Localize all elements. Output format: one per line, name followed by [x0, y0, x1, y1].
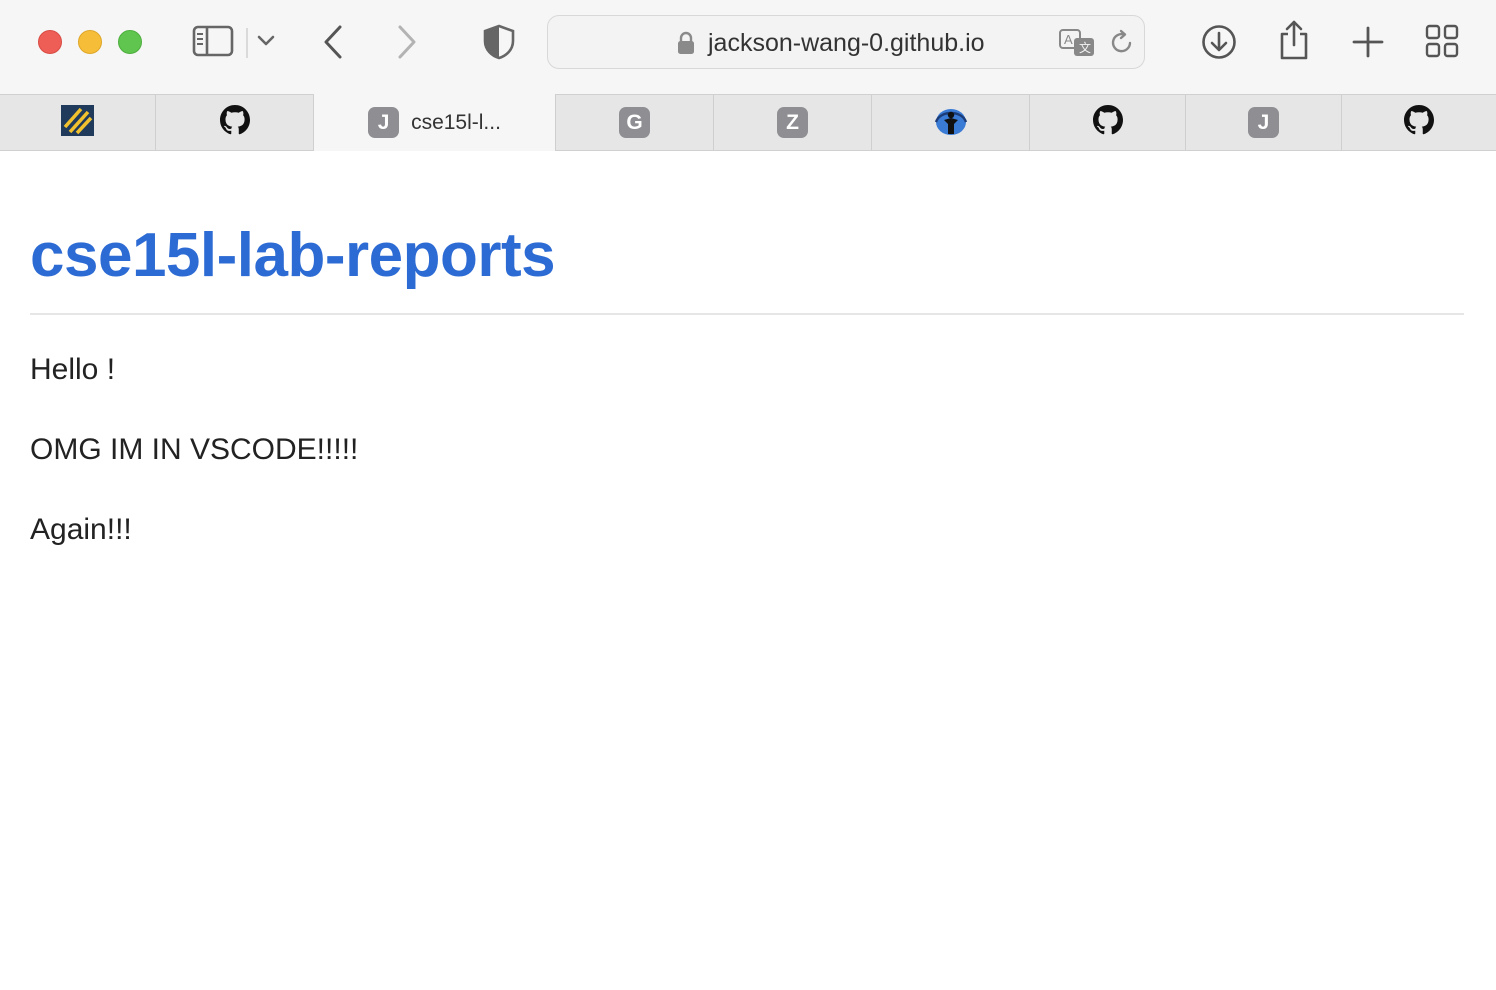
- chevron-down-icon[interactable]: [256, 34, 276, 48]
- back-icon[interactable]: [320, 24, 348, 60]
- tab-5[interactable]: Z: [714, 95, 872, 150]
- tab-4[interactable]: G: [556, 95, 714, 150]
- tab-bar: J cse15l-l... G Z J: [0, 94, 1496, 151]
- svg-text:A: A: [1064, 32, 1073, 47]
- paragraph-again: Again!!!: [30, 513, 132, 546]
- translate-icon[interactable]: A 文: [1058, 28, 1096, 63]
- github-icon: [219, 105, 250, 140]
- forward-icon[interactable]: [392, 24, 420, 60]
- letter-favicon: J: [1248, 107, 1279, 138]
- sidebar-toggle-icon[interactable]: [192, 24, 234, 58]
- url-text: jackson-wang-0.github.io: [708, 29, 985, 57]
- letter-favicon: Z: [777, 107, 808, 138]
- paragraph-vscode: OMG IM IN VSCODE!!!!!: [30, 433, 359, 466]
- globe-person-icon: [934, 104, 968, 141]
- minimize-window-button[interactable]: [78, 30, 102, 54]
- svg-text:文: 文: [1079, 40, 1091, 55]
- maximize-window-button[interactable]: [118, 30, 142, 54]
- toolbar-divider: [246, 28, 248, 58]
- tab-9[interactable]: [1342, 95, 1496, 150]
- new-tab-plus-icon[interactable]: [1352, 26, 1384, 58]
- tab-title: cse15l-l...: [411, 110, 501, 134]
- tab-8[interactable]: J: [1186, 95, 1342, 150]
- reload-icon[interactable]: [1109, 29, 1135, 62]
- privacy-shield-icon[interactable]: [482, 24, 516, 60]
- github-icon: [1092, 105, 1123, 140]
- tab-6[interactable]: [872, 95, 1030, 150]
- letter-favicon: G: [619, 107, 650, 138]
- tab-1[interactable]: [0, 95, 156, 150]
- page-content: cse15l-lab-reports Hello ! OMG IM IN VSC…: [30, 151, 1464, 546]
- tab-3-active[interactable]: J cse15l-l...: [313, 94, 556, 151]
- browser-toolbar: jackson-wang-0.github.io A 文: [0, 0, 1496, 94]
- letter-favicon: J: [368, 107, 400, 138]
- stripes-logo-icon: [61, 104, 94, 141]
- tab-overview-icon[interactable]: [1425, 24, 1459, 58]
- github-icon: [1404, 105, 1434, 140]
- page-title[interactable]: cse15l-lab-reports: [30, 151, 1464, 291]
- lock-icon: [677, 31, 695, 60]
- close-window-button[interactable]: [38, 30, 62, 54]
- address-bar[interactable]: jackson-wang-0.github.io A 文: [547, 15, 1145, 69]
- tab-7[interactable]: [1030, 95, 1186, 150]
- tab-2[interactable]: [156, 95, 314, 150]
- paragraph-greeting: Hello !: [30, 353, 116, 386]
- title-divider: [30, 313, 1464, 315]
- downloads-icon[interactable]: [1201, 24, 1237, 60]
- share-icon[interactable]: [1278, 19, 1310, 61]
